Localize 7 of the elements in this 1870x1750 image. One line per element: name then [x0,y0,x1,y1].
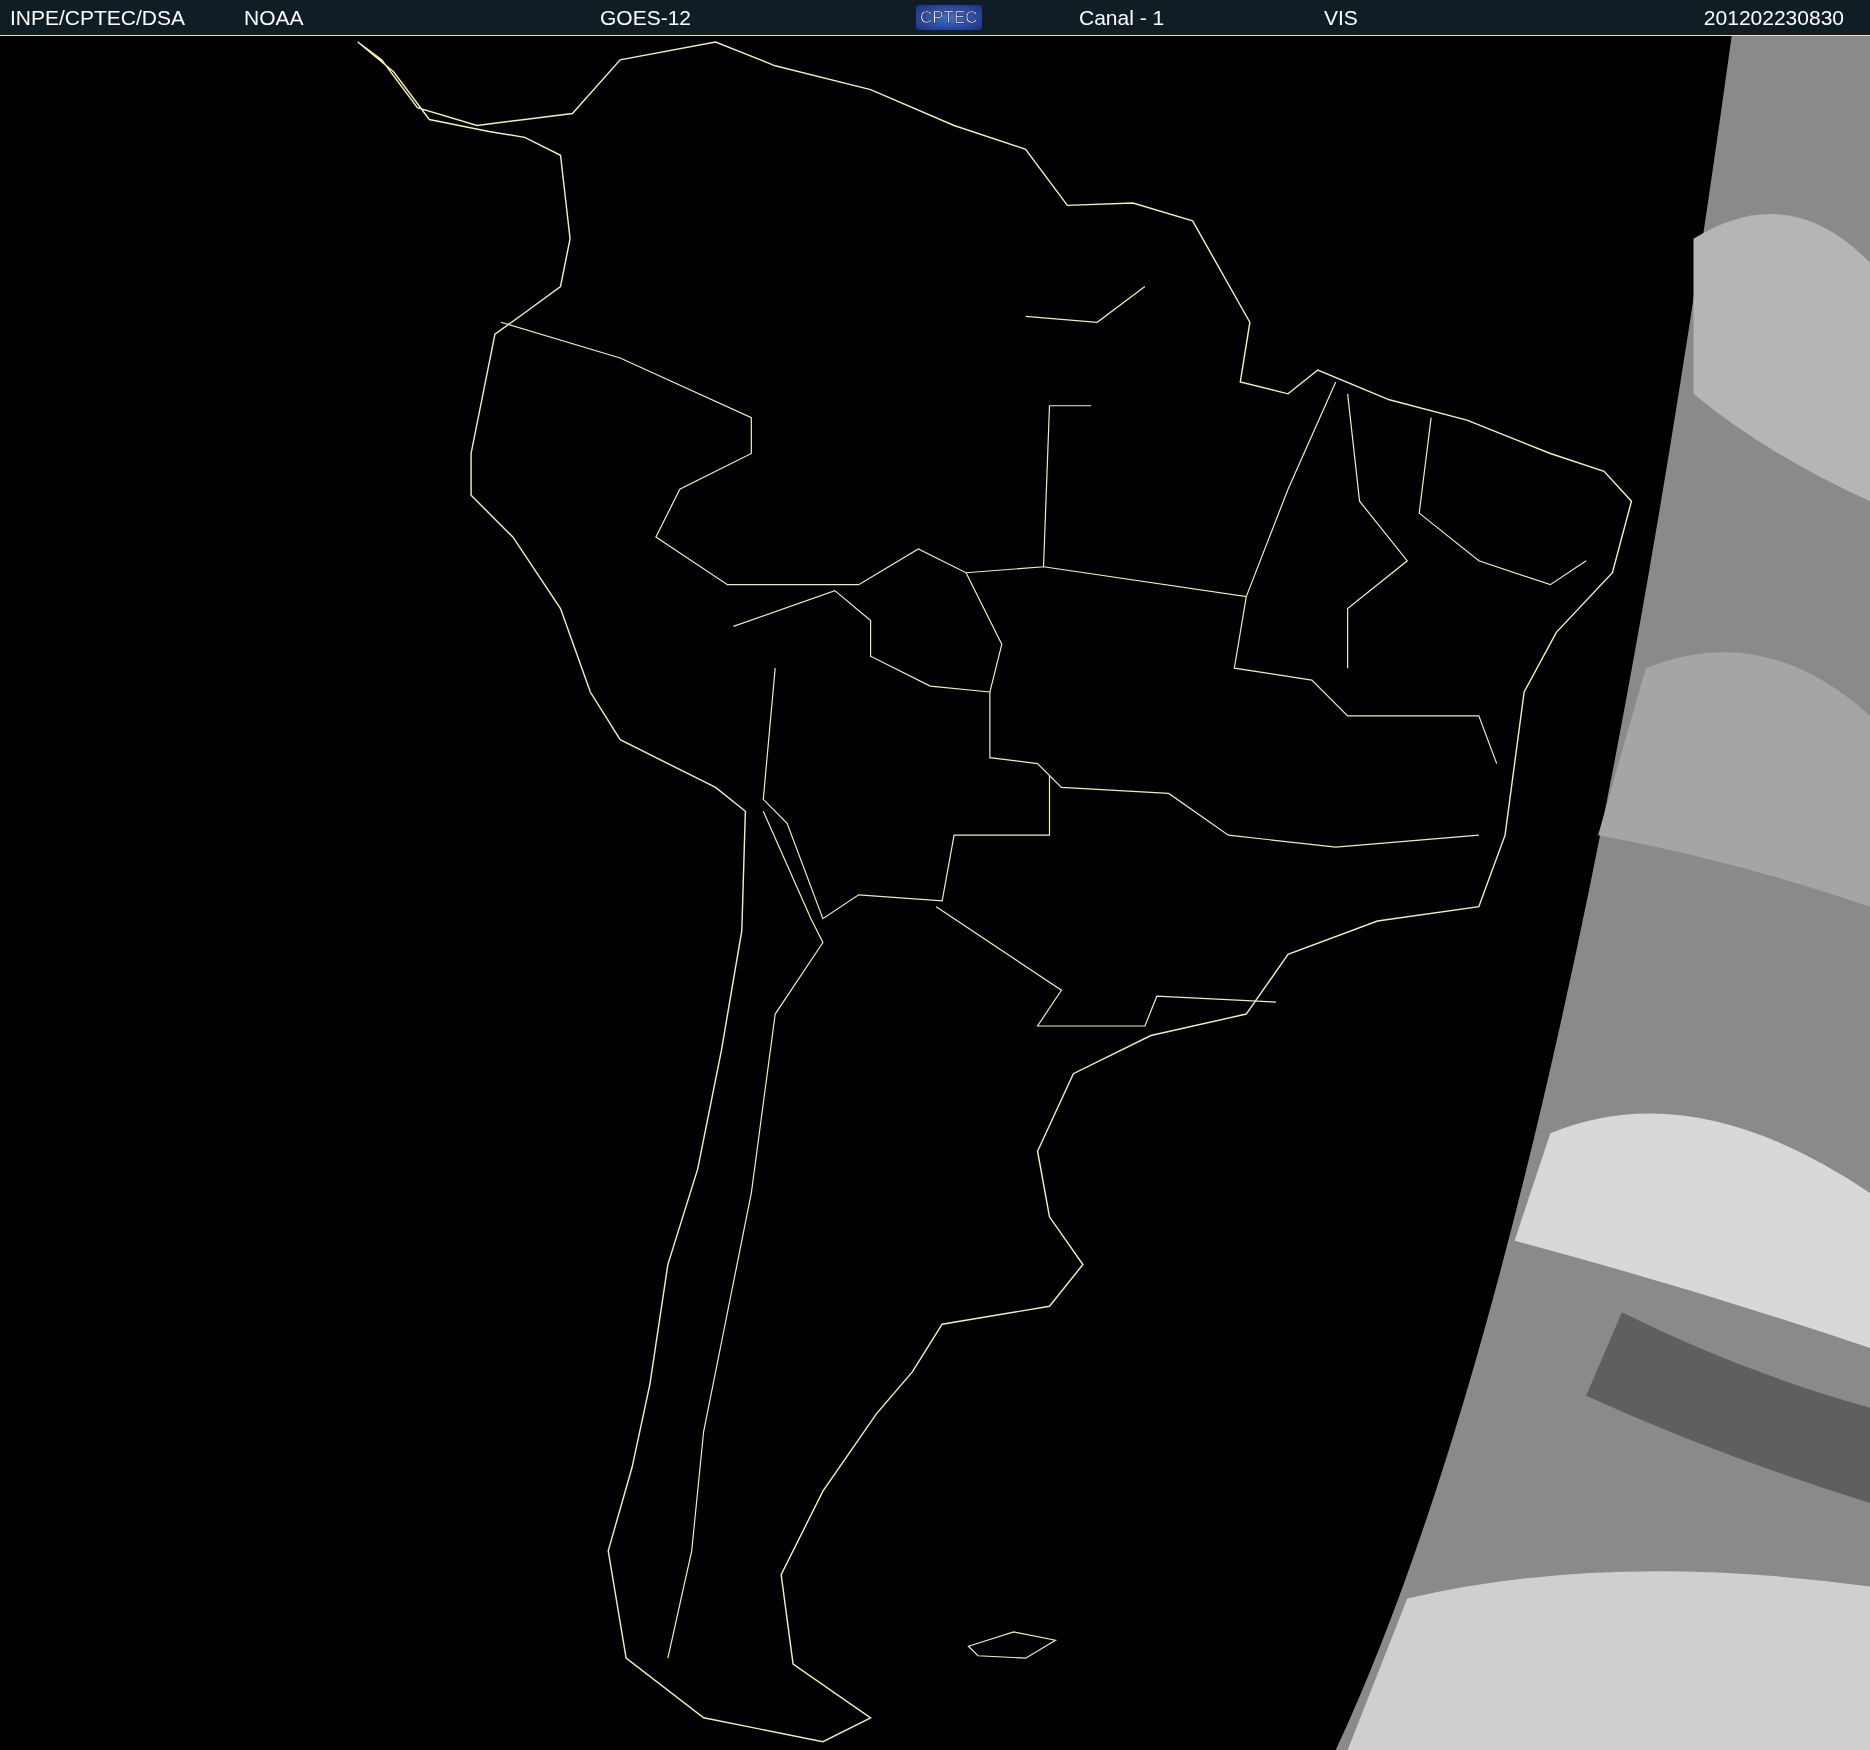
header-text: NOAA [244,5,304,30]
cptec-logo: CPTEC [916,5,982,30]
header-text: Canal - 1 [1079,5,1165,30]
header-text: INPE/CPTEC/DSA [10,5,186,30]
header-text: GOES-12 [600,5,692,30]
header-text: VIS [1324,5,1358,30]
header-text: 201202230830 [1703,5,1844,30]
